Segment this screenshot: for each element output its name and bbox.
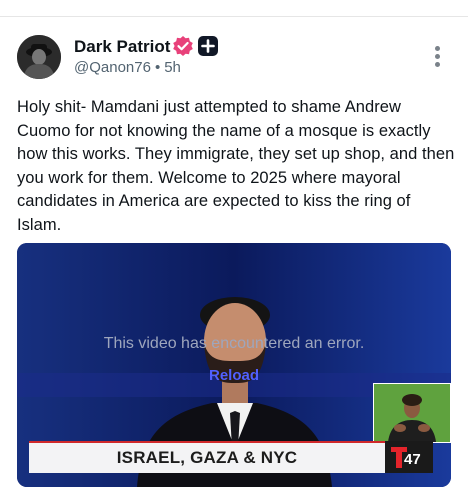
channel-number: 47	[404, 451, 421, 468]
post-text: Holy shit- Mamdani just attempted to sha…	[17, 98, 455, 234]
timestamp[interactable]: 5h	[164, 59, 181, 76]
display-name[interactable]: Dark Patriot	[74, 37, 170, 57]
reload-button[interactable]: Reload	[17, 367, 451, 384]
video-error-message: This video has encountered an error.	[103, 335, 365, 352]
sign-language-inset	[373, 383, 451, 443]
video-player[interactable]: This video has encountered an error. Rel…	[17, 243, 451, 487]
handle-line: @Qanon76 • 5h	[74, 59, 181, 76]
news-banner: ISRAEL, GAZA & NYC	[29, 441, 385, 473]
handle[interactable]: @Qanon76	[74, 59, 151, 76]
plus-badge-icon	[198, 36, 218, 56]
top-divider	[0, 16, 468, 17]
separator-dot: •	[154, 59, 161, 76]
telemundo-logo-icon: 47	[385, 441, 433, 473]
verified-badge-icon	[173, 36, 193, 56]
avatar[interactable]	[17, 35, 61, 79]
more-options-icon[interactable]	[426, 44, 448, 70]
news-banner-text: ISRAEL, GAZA & NYC	[116, 448, 298, 467]
